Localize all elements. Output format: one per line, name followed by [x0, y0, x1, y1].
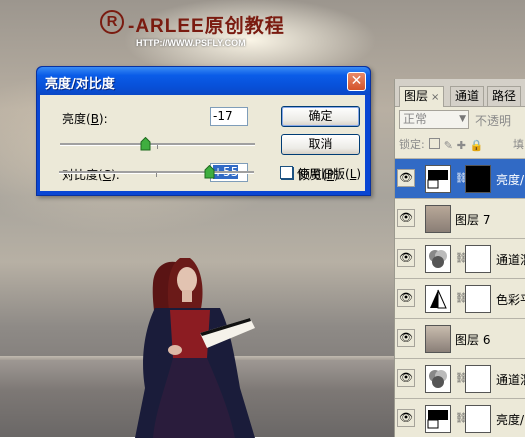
- close-icon[interactable]: ✕: [347, 72, 366, 91]
- color-balance-thumbnail: [425, 285, 451, 313]
- layer-name: 色彩平: [496, 293, 525, 307]
- tab-paths[interactable]: 路径: [487, 86, 522, 106]
- fill-label: 填: [513, 138, 524, 151]
- lock-all-icon[interactable]: 🔒: [470, 139, 484, 152]
- adjustment-thumbnail: [425, 405, 451, 433]
- contrast-slider-thumb[interactable]: [204, 165, 215, 179]
- mask-thumbnail[interactable]: [465, 245, 491, 273]
- eye-icon[interactable]: 👁: [397, 369, 415, 387]
- registered-logo: R: [100, 10, 124, 34]
- layer-row[interactable]: 👁 图层 7: [395, 198, 525, 238]
- eye-icon[interactable]: 👁: [397, 409, 415, 427]
- layer-row[interactable]: 👁 ⛓ 色彩平: [395, 278, 525, 318]
- layer-row[interactable]: 👁 ⛓ 亮度/: [395, 158, 525, 198]
- tab-close-icon[interactable]: ×: [431, 92, 439, 103]
- eye-icon[interactable]: 👁: [397, 169, 415, 187]
- mask-thumbnail[interactable]: [465, 165, 491, 193]
- eye-icon[interactable]: 👁: [397, 209, 415, 227]
- lock-transparent-icon[interactable]: [428, 138, 440, 149]
- contrast-slider-tick: [156, 173, 157, 177]
- woman-reading-figure: [135, 258, 255, 438]
- layer-row[interactable]: 👁 ⛓ 通道混: [395, 358, 525, 398]
- image-thumbnail: [425, 325, 451, 353]
- watermark-url: HTTP://WWW.PSFLY.COM: [136, 38, 246, 48]
- layer-name: 图层 7: [455, 213, 491, 227]
- layers-panel: 图层 × 通道 路径 正常 ▼ 不透明 锁定: ✎ ✚ 🔒 填 👁 ⛓ 亮度/ 👁 图层 …: [394, 79, 525, 437]
- layer-row[interactable]: 👁 图层 6: [395, 318, 525, 358]
- channel-mixer-thumbnail: [425, 245, 451, 273]
- legacy-label: 使用旧版(L): [297, 167, 362, 181]
- image-thumbnail: [425, 205, 451, 233]
- mask-thumbnail[interactable]: [465, 405, 491, 433]
- watermark-brand: -ARLEE原创教程: [128, 16, 285, 37]
- eye-icon[interactable]: 👁: [397, 329, 415, 347]
- channel-mixer-thumbnail: [425, 365, 451, 393]
- layer-name: 图层 6: [455, 333, 491, 347]
- legacy-checkbox[interactable]: [280, 166, 293, 179]
- layer-name: 亮度/: [496, 413, 525, 427]
- eye-icon[interactable]: 👁: [397, 249, 415, 267]
- panel-tabs: 图层 × 通道 路径: [395, 79, 525, 107]
- tab-layers[interactable]: 图层 ×: [399, 86, 445, 107]
- dialog-title: 亮度/对比度: [45, 77, 115, 92]
- blend-mode-select[interactable]: 正常 ▼: [399, 110, 469, 129]
- mask-thumbnail[interactable]: [465, 285, 491, 313]
- chevron-down-icon: ▼: [459, 114, 466, 124]
- lock-position-icon[interactable]: ✚: [457, 139, 466, 152]
- layer-name: 亮度/: [496, 173, 525, 187]
- layer-name: 通道混: [496, 373, 525, 387]
- eye-icon[interactable]: 👁: [397, 289, 415, 307]
- adjustment-thumbnail: [425, 165, 451, 193]
- lock-pixels-icon[interactable]: ✎: [444, 139, 453, 152]
- layer-name: 通道混: [496, 253, 525, 267]
- tab-channels[interactable]: 通道: [450, 86, 485, 106]
- lock-row: 锁定: ✎ ✚ 🔒: [399, 138, 484, 152]
- layer-row[interactable]: 👁 ⛓ 通道混: [395, 238, 525, 278]
- dialog-titlebar[interactable]: 亮度/对比度 ✕: [37, 67, 370, 95]
- opacity-label: 不透明: [475, 114, 512, 128]
- mask-thumbnail[interactable]: [465, 365, 491, 393]
- layer-row[interactable]: 👁 ⛓ 亮度/: [395, 398, 525, 438]
